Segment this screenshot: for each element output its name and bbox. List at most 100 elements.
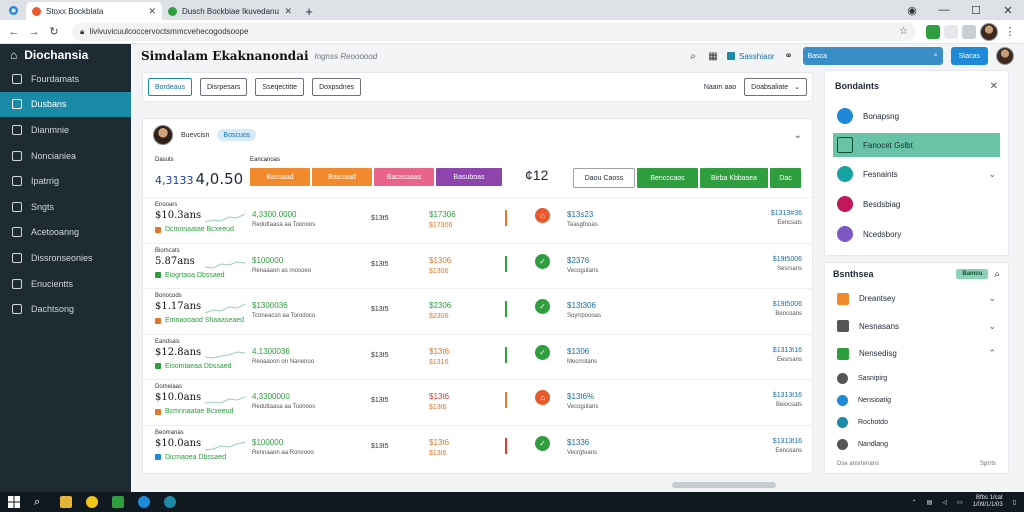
volume-icon[interactable]: ◁ [942, 499, 947, 506]
header-action-button[interactable]: Stacas [950, 47, 988, 65]
green-button[interactable]: Bencccaos [637, 168, 698, 188]
table-row[interactable]: Biomcats 5.87ans Eiogrtaoa Dbssaed $100000 R… [143, 242, 814, 289]
tab-close-icon[interactable]: ✕ [284, 6, 292, 17]
sidebar-item[interactable]: Noncianiea [0, 143, 131, 169]
browser-icon[interactable] [164, 496, 176, 508]
status-circle-icon[interactable]: ✓ [535, 299, 550, 314]
chevron-up-icon[interactable]: ⌃ [912, 499, 917, 506]
bookmark-star-icon[interactable]: ☆ [899, 26, 908, 37]
battery-icon[interactable]: ▭ [957, 499, 963, 506]
filter-button[interactable]: Bordeaus [148, 78, 192, 96]
close-window-icon[interactable]: ✕ [992, 4, 1024, 17]
sort-dropdown[interactable]: Doabsaliate ⌄ [744, 78, 807, 96]
chevron-down-icon[interactable]: ⌄ [794, 130, 802, 141]
pill-button[interactable]: Bassaad [250, 168, 310, 186]
close-icon[interactable]: ✕ [990, 81, 998, 92]
horizontal-scrollbar[interactable] [672, 482, 776, 488]
status-circle-icon[interactable]: ✓ [535, 253, 550, 269]
status-circle-icon[interactable]: ⌂ [535, 390, 550, 405]
holding-tag[interactable]: Eisomtaeaa Dbssaed [155, 363, 232, 370]
status-circle-icon[interactable]: ⌂ [535, 208, 550, 223]
panel-list-item[interactable]: Fesnaints ⌄ [825, 159, 1008, 189]
sidebar-item[interactable]: Dusbans [0, 91, 131, 118]
holding-tag[interactable]: Dicmaoea Dbssaed [155, 454, 226, 461]
table-row[interactable]: Beomanas $10.0ans Dicmaoea Dbssaed $100000 R… [143, 424, 814, 471]
table-row[interactable]: Eandsais $12.8ans Eisomtaeaa Dbssaed 4,1300… [143, 333, 814, 380]
windows-start-icon[interactable] [8, 496, 20, 508]
filter-button[interactable]: Disrpesars [199, 78, 248, 96]
panel-sub-item[interactable]: Nensioatig [825, 390, 1008, 412]
clock[interactable]: Bfbs 1/cat 1/09/1/1/03 [973, 495, 1003, 509]
pill-button[interactable]: Basuboas [436, 168, 502, 186]
holding-tag[interactable]: Bcmnnaatae Bcxeeud [155, 408, 234, 415]
outline-button[interactable]: Daou Caoss [573, 168, 635, 188]
link-icon[interactable]: ⚭ [783, 50, 795, 62]
sidebar-item[interactable]: Dissronseonies [0, 245, 131, 271]
panel-list-item[interactable]: Bonapsng [825, 101, 1008, 131]
puzzle-icon[interactable] [962, 24, 976, 39]
browser-menu-icon[interactable] [0, 0, 26, 20]
sidebar-brand[interactable]: ⌂ Diochansia [0, 44, 131, 66]
sidebar-item[interactable]: Sngts [0, 194, 131, 220]
url-field[interactable]: 🔒︎ Iivivuvicuulcoccervoctsmmcvehecogodso… [72, 22, 916, 41]
panel-sub-item[interactable]: Rochotdo [825, 412, 1008, 434]
app-icon[interactable] [112, 496, 124, 508]
reload-icon[interactable]: ↻ [46, 25, 62, 38]
forward-icon[interactable]: → [26, 26, 42, 38]
table-row[interactable]: Enooars $10.3ans Dcmnnaatae Bcxeeud 4,3300.… [143, 197, 814, 243]
tab-inactive[interactable]: Dusch Bockbiae Ikuvedanue I Ivoyoa ✕ [162, 2, 298, 20]
minimize-icon[interactable]: — [928, 4, 960, 16]
network-icon[interactable]: ▤ [927, 499, 933, 506]
browser-menu-dots-icon[interactable]: ⋮ [1002, 25, 1018, 38]
extension-icon[interactable] [926, 24, 940, 39]
search-icon[interactable]: ⌕ [994, 269, 1000, 280]
holding-tag[interactable]: Dcmnnaatae Bcxeeud [155, 226, 234, 233]
sidebar-item[interactable]: Fourdamats [0, 66, 131, 92]
profile-avatar[interactable] [980, 22, 998, 41]
user-avatar[interactable] [996, 47, 1014, 65]
panel-list-item[interactable]: Fanocet Gslbt [833, 133, 1000, 157]
green-button[interactable]: Dac [770, 168, 801, 188]
sidebar-item[interactable]: Dianmnie [0, 117, 131, 143]
edge-icon[interactable] [138, 496, 150, 508]
pill-button[interactable]: Bacasaaas [374, 168, 434, 186]
panel-list-item[interactable]: Ncedsbory [825, 219, 1008, 249]
filter-button[interactable]: Doxpsdnes [312, 78, 362, 96]
panel-sub-item[interactable]: Sasnipirg [825, 368, 1008, 390]
pill-button[interactable]: Baasaad [312, 168, 372, 186]
panel-tag[interactable]: Banicu [956, 269, 989, 279]
sidebar-item[interactable]: Dachtsong [0, 296, 131, 322]
holding-tag[interactable]: Emnaooaod Shaaaseaed [155, 317, 244, 324]
panel-list-item[interactable]: Nesnasans ⌄ [825, 313, 1008, 341]
sidebar-item[interactable]: Enucientts [0, 271, 131, 297]
grid-icon[interactable]: ▦ [707, 50, 719, 62]
filter-button[interactable]: Sseqectitte [255, 78, 305, 96]
panel-sub-item[interactable]: Nandlang [825, 434, 1008, 456]
tab-close-icon[interactable]: ✕ [148, 6, 156, 17]
chrome-icon[interactable] [86, 496, 98, 508]
panel-list-item[interactable]: Besdsbiag [825, 189, 1008, 219]
panel-list-item[interactable]: Dreantsey ⌄ [825, 285, 1008, 313]
profile-icon[interactable]: ◉ [896, 4, 928, 17]
table-row[interactable]: Domeiaas $10.0ans Bcmnnaatae Bcxeeud 4,3300… [143, 379, 814, 425]
green-button[interactable]: Birba Kbbasea [700, 168, 768, 188]
status-circle-icon[interactable]: ✓ [535, 435, 550, 451]
top-search-input[interactable]: Basca ⌕ [802, 47, 943, 65]
holding-tag[interactable]: Eiogrtaoa Dbssaed [155, 272, 225, 279]
file-explorer-icon[interactable] [60, 496, 72, 508]
search-icon[interactable]: ⌕ [687, 50, 699, 62]
extension-icon[interactable] [944, 24, 958, 39]
tab-active[interactable]: Stoxx Bockblata ✕ [26, 2, 162, 20]
table-row[interactable]: Bonocods $1.17ans Emnaooaod Shaaaseaed $130… [143, 288, 814, 334]
search-icon[interactable]: ⌕ [34, 496, 46, 508]
maximize-icon[interactable]: ☐ [960, 4, 992, 17]
sidebar-item[interactable]: Acetooanng [0, 220, 131, 246]
sidebar-item[interactable]: Ipatrrig [0, 168, 131, 194]
share-toggle[interactable]: Sasshiaor [727, 52, 775, 61]
new-tab-button[interactable]: + [298, 2, 320, 20]
status-chip[interactable]: Boscuos [217, 129, 257, 141]
panel-list-item[interactable]: Nensedisg ⌃ [825, 340, 1008, 368]
back-icon[interactable]: ← [6, 26, 22, 38]
notification-icon[interactable]: ▯ [1013, 499, 1016, 506]
status-circle-icon[interactable]: ✓ [535, 344, 550, 360]
